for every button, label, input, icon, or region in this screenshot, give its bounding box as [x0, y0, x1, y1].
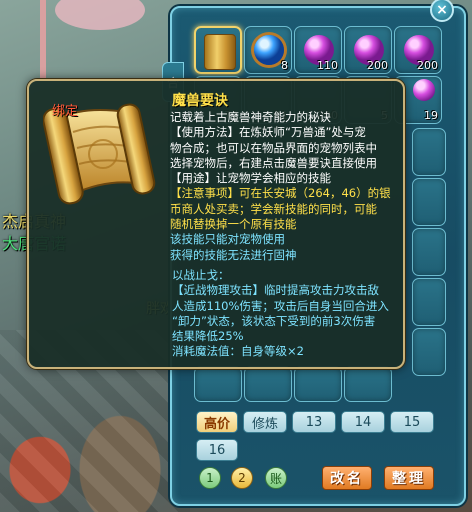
inventory-slot-30[interactable]: [412, 278, 446, 326]
golden-scroll-icon: [204, 34, 236, 70]
inventory-slot-5[interactable]: 200: [394, 26, 442, 74]
inventory-slot-1[interactable]: [194, 26, 242, 74]
skill-effect: 以战止戈： 【近战物理攻击】临时提高攻击力攻击敌 人造成110%伤害；攻击后自身…: [172, 268, 400, 360]
inventory-slot-35[interactable]: [412, 328, 446, 376]
inventory-slot-15[interactable]: [412, 128, 446, 176]
tab-15[interactable]: 15: [390, 411, 434, 433]
inventory-slot-33[interactable]: [294, 366, 342, 402]
tab-13[interactable]: 13: [292, 411, 336, 433]
restriction-line: 获得的技能无法进行固神: [170, 247, 297, 262]
restriction-line: 该技能只能对宠物使用: [170, 232, 285, 247]
mana-cost-line: 消耗魔法值：自身等级×2: [172, 344, 304, 359]
skill-line: “卸力”状态，该状态下受到的前3次伤害: [172, 313, 376, 328]
world-pole: [40, 0, 46, 80]
skill-line: 【近战物理攻击】临时提高攻击力攻击敌: [172, 283, 379, 298]
inventory-slot-20[interactable]: [412, 178, 446, 226]
item-count: 110: [317, 59, 338, 72]
desc-line: 记载着上古魔兽神奇能力的秘诀: [170, 110, 331, 124]
inventory-slot-32[interactable]: [244, 366, 292, 402]
desc-line: 选择宠物后，右建点击魔兽要诀直接使用: [170, 155, 377, 170]
inventory-slot-3[interactable]: 110: [294, 26, 342, 74]
item-count: 200: [417, 59, 438, 72]
inventory-slot-31[interactable]: [194, 366, 242, 402]
skill-line: 人造成110%伤害；攻击后自身当回合进入: [172, 298, 389, 313]
tab-premium[interactable]: 高价: [196, 411, 238, 433]
bound-label: 绑定: [52, 104, 79, 119]
tab-14[interactable]: 14: [341, 411, 385, 433]
world-blossom: [55, 0, 145, 30]
inventory-slot-4[interactable]: 200: [344, 26, 392, 74]
desc-line: 物合成；也可以在物品界面的宠物列表中: [170, 140, 377, 155]
sort-button[interactable]: 整理: [384, 466, 434, 490]
item-description: 记载着上古魔兽神奇能力的秘诀 【使用方法】在炼妖师“万兽通”处与宠 物合成；也可…: [170, 110, 398, 263]
page-1-button[interactable]: 1: [199, 467, 221, 489]
inventory-slot-2[interactable]: 8: [244, 26, 292, 74]
page-2-button[interactable]: 2: [231, 467, 253, 489]
notice-line: 币商人处买卖；学会新技能的同时，可能: [170, 201, 377, 216]
desc-line: 【用途】让宠物学会相应的技能: [170, 171, 331, 186]
purple-orb-icon: [413, 79, 435, 101]
inventory-slot-25[interactable]: [412, 228, 446, 276]
ledger-button[interactable]: 账: [265, 467, 287, 489]
item-title: 魔兽要诀: [172, 93, 228, 109]
skill-name: 以战止戈：: [172, 268, 230, 282]
desc-line: 【使用方法】在炼妖师“万兽通”处与宠: [170, 125, 366, 140]
blue-gem-orb-icon: [254, 35, 284, 65]
tab-16[interactable]: 16: [196, 439, 238, 461]
rename-button[interactable]: 改名: [322, 466, 372, 490]
tab-cultivate[interactable]: 修炼: [243, 411, 287, 433]
notice-line: 随机替换掉一个原有技能: [170, 217, 297, 232]
inventory-slot-34[interactable]: [344, 366, 392, 402]
item-count: 8: [281, 59, 288, 72]
item-count: 19: [424, 109, 438, 122]
notice-line: 【注意事项】可在长安城（264，46）的银: [170, 186, 391, 201]
item-count: 200: [367, 59, 388, 72]
skill-line: 结果降低25%: [172, 329, 244, 344]
